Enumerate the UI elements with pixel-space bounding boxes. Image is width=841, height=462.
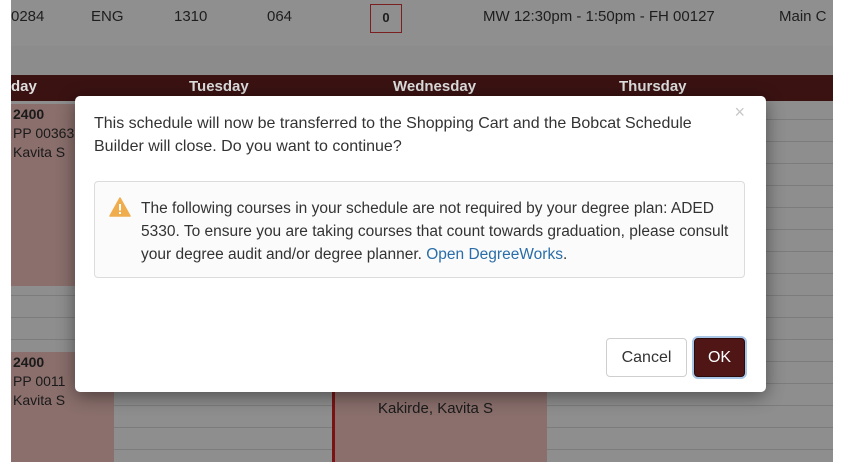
seats-count: 0 <box>370 4 402 33</box>
confirm-transfer-dialog: × This schedule will now be transferred … <box>75 96 766 392</box>
warning-alert: The following courses in your schedule a… <box>94 181 745 278</box>
course-meeting: MW 12:30pm - 1:50pm - FH 00127 <box>483 8 715 25</box>
dialog-message: This schedule will now be transferred to… <box>94 115 692 155</box>
current-time-indicator <box>332 392 335 462</box>
event-instructor: Kavita S <box>13 392 66 408</box>
day-label: Tuesday <box>189 78 249 95</box>
warning-text: The following courses in your schedule a… <box>141 197 736 266</box>
course-row: 0284 ENG 1310 064 0 MW 12:30pm - 1:50pm … <box>11 0 833 46</box>
day-label: day <box>11 78 37 95</box>
day-label: Thursday <box>619 78 687 95</box>
cancel-button[interactable]: Cancel <box>606 338 687 377</box>
course-section: 064 <box>267 8 293 25</box>
event-instructor: Kakirde, Kavita S <box>378 400 494 417</box>
warning-icon <box>109 197 131 217</box>
course-subject: ENG <box>91 8 124 25</box>
course-campus: Main C <box>779 8 827 25</box>
warning-period: . <box>562 246 568 263</box>
ok-button[interactable]: OK <box>694 338 745 377</box>
close-icon[interactable]: × <box>734 102 745 122</box>
course-crn: 0284 <box>11 8 45 25</box>
day-label: Wednesday <box>393 78 477 95</box>
open-degreeworks-link[interactable]: Open DegreeWorks <box>426 246 563 263</box>
course-number: 1310 <box>174 8 208 25</box>
